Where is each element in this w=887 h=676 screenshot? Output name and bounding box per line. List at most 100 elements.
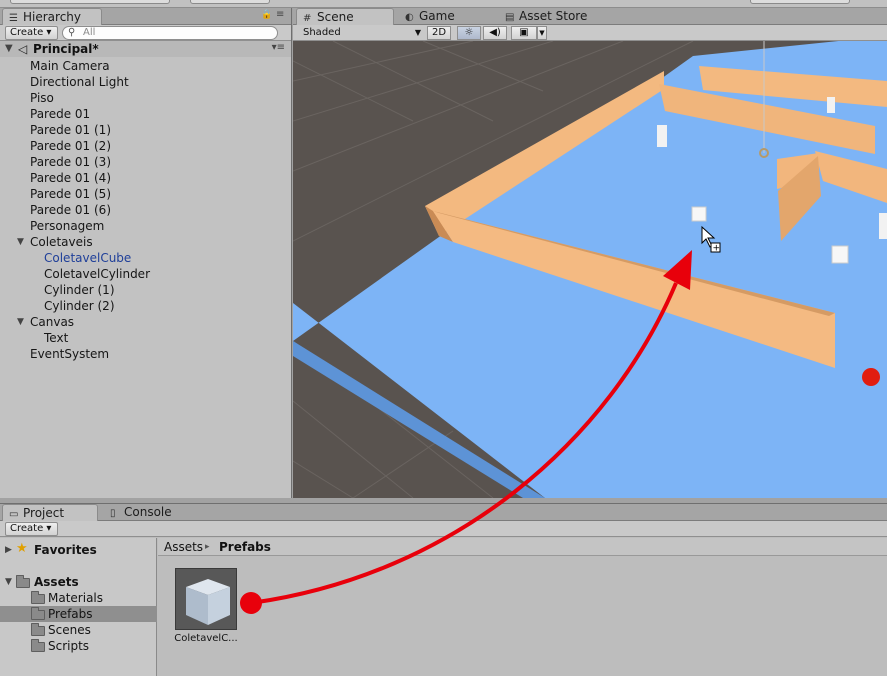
search-icon: ⚲ [68,27,76,38]
folder-icon [31,623,45,636]
scene-toolbar: Shaded ▼ 2D ☼ ◀) ▣ ▼ [293,25,887,41]
hierarchy-item-canvas[interactable]: ▼ Canvas [17,314,75,330]
tab-project[interactable]: ▭ Project [2,504,98,521]
audio-icon[interactable]: ◀) [483,26,507,40]
breadcrumb: Assets ▸ Prefabs [158,538,887,556]
hierarchy-item-parede[interactable]: Parede 01 (3) [30,154,111,170]
hierarchy-item-directional-light[interactable]: Directional Light [30,74,129,90]
shading-mode-value: Shaded [303,27,341,38]
hierarchy-item-main-camera[interactable]: Main Camera [30,58,110,74]
tree-item-label: Scenes [48,623,91,637]
hierarchy-item-parede[interactable]: Parede 01 (6) [30,202,111,218]
folder-icon [16,575,30,588]
expand-arrow-icon[interactable]: ▼ [5,574,12,590]
lighting-icon[interactable]: ☼ [457,26,481,40]
cylinder-collectible[interactable] [879,213,887,239]
tab-console[interactable]: ▯ Console [104,504,194,521]
hierarchy-item-parede[interactable]: Parede 01 (2) [30,138,111,154]
prefab-thumbnail[interactable] [175,568,237,630]
hierarchy-toolbar: Create ▾ ⚲ All [0,25,291,41]
drag-plus-icon: + [713,244,721,254]
search-placeholder: All [83,27,96,38]
hierarchy-item-coletavel-cylinder[interactable]: ColetavelCylinder [44,266,150,282]
scene-menu-icon[interactable]: ▾≡ [272,42,285,53]
hierarchy-item-cylinder[interactable]: Cylinder (2) [44,298,115,314]
hierarchy-item-coletavel-cube[interactable]: ColetavelCube [44,250,131,266]
player-sphere[interactable] [862,368,880,386]
tree-item-label: Materials [48,591,104,605]
create-button[interactable]: Create ▾ [5,26,58,40]
scene-tabbar: # Scene ◐ Game ▤ Asset Store [293,8,887,25]
hierarchy-item-piso[interactable]: Piso [30,90,54,106]
tree-item-scripts[interactable]: Scripts [0,638,157,654]
hierarchy-item-parede[interactable]: Parede 01 (1) [30,122,111,138]
asset-grid: ColetavelC... [158,557,887,676]
tab-scene[interactable]: # Scene [296,8,394,25]
breadcrumb-prefabs[interactable]: Prefabs [219,538,271,556]
project-tabbar: ▭ Project ▯ Console [0,504,887,521]
cylinder-collectible[interactable] [657,125,667,147]
tab-hierarchy[interactable]: ☰ Hierarchy [2,8,102,25]
tab-label: Hierarchy [23,10,82,24]
lock-icon[interactable]: 🔒 [261,10,272,20]
tree-item-label: Favorites [34,543,97,557]
tree-item-prefabs[interactable]: Prefabs [0,606,157,622]
toolbar-button[interactable] [750,0,850,4]
mode-2d-button[interactable]: 2D [427,26,451,40]
effects-icon[interactable]: ▣ [511,26,537,40]
shading-mode-dropdown[interactable]: Shaded ▼ [303,26,421,40]
project-toolbar: Create ▾ [0,521,887,537]
effects-dropdown-icon[interactable]: ▼ [537,26,547,40]
tree-item-label: Prefabs [48,607,93,621]
folder-icon [31,639,45,652]
breadcrumb-separator: ▸ [205,542,210,552]
tab-label: Project [23,506,65,520]
pacman-icon: ◐ [405,12,414,23]
folder-icon [31,607,45,620]
hierarchy-item-personagem[interactable]: Personagem [30,218,104,234]
hierarchy-item-coletaveis[interactable]: ▼ Coletaveis [17,234,93,250]
panel-menu-icon[interactable]: ≡ [276,9,284,20]
tree-item-label: Scripts [48,639,90,653]
hierarchy-item-event-system[interactable]: EventSystem [30,346,109,362]
expand-arrow-icon[interactable]: ▼ [17,234,24,250]
hierarchy-item-parede[interactable]: Parede 01 (4) [30,170,111,186]
search-input[interactable]: ⚲ All [62,26,278,40]
breadcrumb-assets[interactable]: Assets [164,538,203,556]
store-icon: ▤ [505,12,515,23]
hierarchy-item-label: Canvas [30,315,75,329]
asset-label: ColetavelC... [174,633,238,644]
expand-arrow-icon[interactable]: ▼ [17,314,24,330]
hierarchy-item-parede[interactable]: Parede 01 [30,106,90,122]
tree-item-assets[interactable]: ▼ Assets [0,574,157,590]
cube-collectible[interactable] [691,206,707,222]
cube-collectible[interactable] [831,245,849,264]
folder-icon [31,591,45,604]
hierarchy-tabbar: ☰ Hierarchy 🔒 ≡ [0,8,291,25]
tree-item-label: Assets [34,575,79,589]
toolbar-button[interactable] [190,0,270,4]
scene-viewport[interactable]: + [293,41,887,498]
project-panel: ▭ Project ▯ Console Create ▾ ▶ ★ Favorit… [0,503,887,676]
tab-asset-store[interactable]: ▤ Asset Store [499,8,609,25]
tab-game[interactable]: ◐ Game [399,8,495,25]
top-toolbar-strip [0,0,887,8]
hierarchy-panel: ☰ Hierarchy 🔒 ≡ Create ▾ ⚲ All ▼ ◁ Princ… [0,8,292,498]
tab-label: Game [419,9,455,23]
expand-arrow-icon[interactable]: ▶ [5,542,12,558]
cube-icon [186,579,230,625]
tree-item-materials[interactable]: Materials [0,590,157,606]
scene-root-row[interactable]: ▼ ◁ Principal* ▾≡ [0,41,291,57]
create-button[interactable]: Create ▾ [5,522,58,536]
tree-item-scenes[interactable]: Scenes [0,622,157,638]
expand-arrow-icon[interactable]: ▼ [5,43,13,54]
toolbar-button[interactable] [10,0,170,4]
cylinder-collectible[interactable] [827,97,835,113]
scene-3d-view[interactable]: + [293,41,887,498]
unity-scene-icon: ◁ [18,42,28,56]
scene-panel: # Scene ◐ Game ▤ Asset Store Shaded ▼ 2D… [293,8,887,498]
hierarchy-item-text[interactable]: Text [44,330,68,346]
hierarchy-item-cylinder[interactable]: Cylinder (1) [44,282,115,298]
tree-item-favorites[interactable]: ▶ ★ Favorites [0,541,157,558]
hierarchy-item-parede[interactable]: Parede 01 (5) [30,186,111,202]
